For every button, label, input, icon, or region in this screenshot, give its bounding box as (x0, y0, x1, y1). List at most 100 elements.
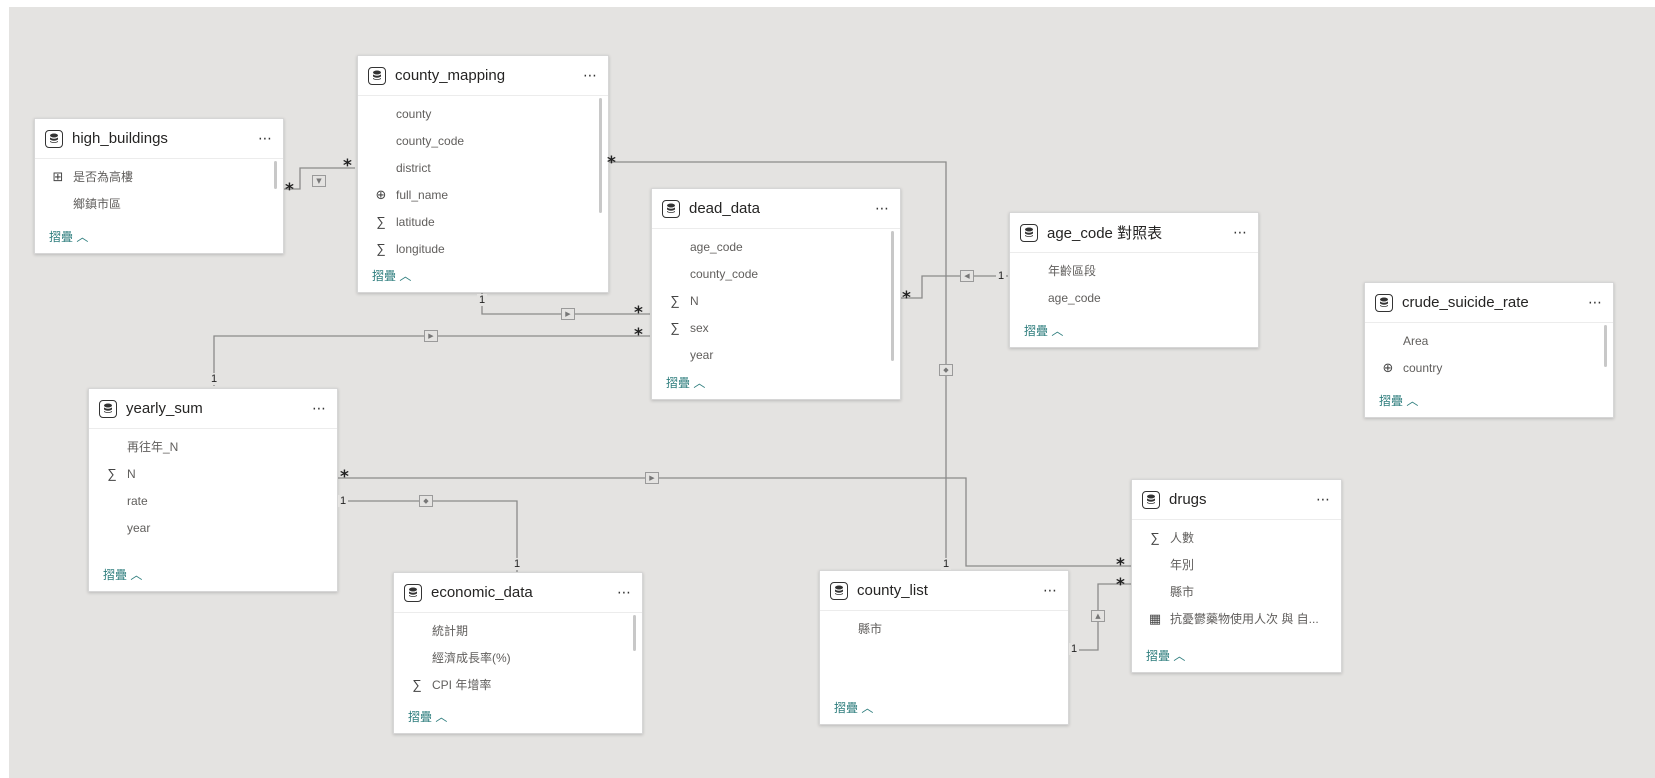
field-row[interactable]: 鄉鎮市區 (35, 190, 283, 217)
field-row[interactable]: ∑ N (89, 460, 337, 487)
table-card-county-list[interactable]: county_list ⋯ 縣市 摺疊 ︿ (819, 570, 1069, 725)
field-row[interactable]: 年齡區段 (1010, 257, 1258, 284)
field-row[interactable]: 再往年_N (89, 433, 337, 460)
field-row[interactable]: ∑ CPI 年增率 (394, 671, 642, 698)
field-label: Area (1403, 333, 1429, 348)
filter-direction-left-icon[interactable]: ◀ (960, 270, 974, 282)
more-options-icon[interactable]: ⋯ (1043, 582, 1058, 599)
cardinality-many: * (634, 325, 643, 345)
field-row[interactable]: ⊕ country (1365, 354, 1613, 381)
field-label: 人數 (1170, 531, 1195, 545)
cardinality-many: * (902, 288, 911, 308)
field-row[interactable]: county_code (652, 260, 900, 287)
field-row[interactable]: year (89, 514, 337, 541)
more-options-icon[interactable]: ⋯ (258, 130, 273, 147)
table-card-drugs[interactable]: drugs ⋯ ∑ 人數 年別 縣市 ▦ 抗憂鬱藥物使用人次 與 自... 摺疊 ︿ (1131, 479, 1342, 673)
card-header[interactable]: county_mapping ⋯ (358, 56, 608, 96)
more-options-icon[interactable]: ⋯ (1233, 224, 1248, 241)
sigma-icon: ∑ (376, 214, 386, 229)
collapse-button[interactable]: 摺疊 ︿ (89, 566, 142, 583)
sigma-icon: ∑ (376, 241, 386, 256)
table-icon (662, 199, 680, 218)
collapse-button[interactable]: 摺疊 ︿ (35, 228, 88, 245)
filter-direction-right-icon[interactable]: ▶ (424, 330, 438, 342)
table-card-dead-data[interactable]: dead_data ⋯ age_code county_code ∑ N ∑ sex… (651, 188, 901, 400)
field-row[interactable]: ∑ N (652, 287, 900, 314)
field-label: 再往年_N (127, 440, 179, 454)
scrollbar[interactable] (599, 98, 602, 213)
card-header[interactable]: high_buildings ⋯ (35, 119, 283, 159)
field-row[interactable]: district (358, 154, 608, 181)
sigma-icon: ∑ (1150, 530, 1160, 545)
table-icon (830, 581, 848, 600)
field-row[interactable]: 統計期 (394, 617, 642, 644)
field-row[interactable]: ∑ sex (652, 314, 900, 341)
collapse-button[interactable]: 摺疊 ︿ (358, 267, 411, 284)
field-label: N (127, 466, 136, 481)
field-row[interactable]: ∑ 人數 (1132, 524, 1341, 551)
table-card-high-buildings[interactable]: high_buildings ⋯ ⊞ 是否為高樓 鄉鎮市區 摺疊 ︿ (34, 118, 284, 254)
filter-direction-up-icon[interactable]: ▲ (1091, 610, 1105, 622)
card-header[interactable]: age_code 對照表 ⋯ (1010, 213, 1258, 253)
collapse-button[interactable]: 摺疊 ︿ (394, 708, 447, 725)
scrollbar[interactable] (274, 161, 277, 189)
field-label: year (127, 520, 151, 535)
filter-direction-both-icon[interactable]: ◆ (939, 364, 953, 376)
scrollbar[interactable] (891, 231, 894, 361)
cardinality-many: * (1116, 555, 1125, 575)
filter-direction-both-icon[interactable]: ◆ (419, 495, 433, 507)
field-row[interactable]: 縣市 (1132, 578, 1341, 605)
field-row[interactable]: age_code (1010, 284, 1258, 311)
collapse-button[interactable]: 摺疊 ︿ (1365, 392, 1418, 409)
table-card-economic-data[interactable]: economic_data ⋯ 統計期 經濟成長率(%) ∑ CPI 年增率 摺疊… (393, 572, 643, 734)
field-label: 年齡區段 (1048, 264, 1097, 278)
field-row[interactable]: ▦ 抗憂鬱藥物使用人次 與 自... (1132, 605, 1341, 632)
table-card-county-mapping[interactable]: county_mapping ⋯ county county_code dist… (357, 55, 609, 293)
collapse-button[interactable]: 摺疊 ︿ (652, 374, 705, 391)
table-card-crude-suicide-rate[interactable]: crude_suicide_rate ⋯ Area ⊕ country 摺疊 ︿ (1364, 282, 1614, 418)
field-row[interactable]: county (358, 100, 608, 127)
field-row[interactable]: 年別 (1132, 551, 1341, 578)
more-options-icon[interactable]: ⋯ (875, 200, 890, 217)
filter-direction-right-icon[interactable]: ▶ (561, 308, 575, 320)
scrollbar[interactable] (633, 615, 636, 651)
more-options-icon[interactable]: ⋯ (1588, 294, 1603, 311)
more-options-icon[interactable]: ⋯ (1316, 491, 1331, 508)
field-row[interactable]: county_code (358, 127, 608, 154)
field-row[interactable]: age_code (652, 233, 900, 260)
field-row[interactable]: year (652, 341, 900, 368)
card-header[interactable]: drugs ⋯ (1132, 480, 1341, 520)
card-header[interactable]: yearly_sum ⋯ (89, 389, 337, 429)
collapse-button[interactable]: 摺疊 ︿ (1010, 322, 1063, 339)
scrollbar[interactable] (1604, 325, 1607, 367)
field-row[interactable]: rate (89, 487, 337, 514)
table-icon (99, 399, 117, 418)
cardinality-one: 1 (996, 270, 1007, 282)
card-header[interactable]: dead_data ⋯ (652, 189, 900, 229)
field-row[interactable]: ⊞ 是否為高樓 (35, 163, 283, 190)
more-options-icon[interactable]: ⋯ (583, 67, 598, 84)
more-options-icon[interactable]: ⋯ (617, 584, 632, 601)
filter-direction-right-icon[interactable]: ▶ (645, 472, 659, 484)
table-card-age-code[interactable]: age_code 對照表 ⋯ 年齡區段 age_code 摺疊 ︿ (1009, 212, 1259, 348)
rel-yearly-sum-drugs (338, 477, 1132, 567)
field-row[interactable]: ∑ latitude (358, 208, 608, 235)
card-header[interactable]: economic_data ⋯ (394, 573, 642, 613)
collapse-button[interactable]: 摺疊 ︿ (820, 699, 873, 716)
table-card-yearly-sum[interactable]: yearly_sum ⋯ 再往年_N ∑ N rate year 摺疊 ︿ (88, 388, 338, 592)
field-row[interactable]: ⊕ full_name (358, 181, 608, 208)
field-row[interactable]: 經濟成長率(%) (394, 644, 642, 671)
more-options-icon[interactable]: ⋯ (312, 400, 327, 417)
field-row[interactable]: Area (1365, 327, 1613, 354)
field-label: age_code (1048, 290, 1101, 305)
filter-direction-down-icon[interactable]: ▼ (312, 175, 326, 187)
sigma-icon: ∑ (670, 320, 680, 335)
field-row[interactable]: 縣市 (820, 615, 1068, 642)
field-label: 縣市 (858, 622, 883, 636)
table-title: drugs (1169, 491, 1207, 508)
field-row[interactable]: ∑ longitude (358, 235, 608, 262)
card-header[interactable]: county_list ⋯ (820, 571, 1068, 611)
collapse-button[interactable]: 摺疊 ︿ (1132, 647, 1185, 664)
card-header[interactable]: crude_suicide_rate ⋯ (1365, 283, 1613, 323)
rel-age-code-dead-data (900, 275, 1008, 299)
